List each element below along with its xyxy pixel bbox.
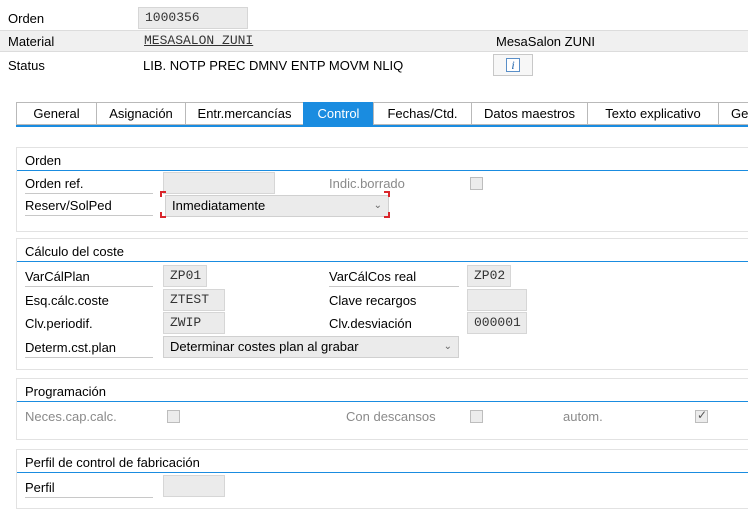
reserv-solped-dropdown[interactable]: Inmediatamente ⌄ xyxy=(165,195,389,217)
tab-entr-mercancias[interactable]: Entr.mercancías xyxy=(185,102,303,125)
group-divider xyxy=(17,261,748,262)
indic-borrado-label: Indic.borrado xyxy=(329,176,405,191)
orden-group: Orden Orden ref. Indic.borrado Reserv/So… xyxy=(16,147,748,232)
required-marker xyxy=(384,212,390,218)
info-icon: i xyxy=(506,58,520,72)
neces-cap-calc-checkbox[interactable] xyxy=(167,410,180,423)
determ-cst-plan-value: Determinar costes plan al grabar xyxy=(170,339,359,354)
clv-periodif-field[interactable]: ZWIP xyxy=(163,312,225,334)
orden-group-title: Orden xyxy=(25,153,62,168)
con-descansos-checkbox[interactable] xyxy=(470,410,483,423)
material-description: MesaSalon ZUNI xyxy=(496,34,595,49)
clv-desviacion-label: Clv.desviación xyxy=(329,316,412,331)
required-marker xyxy=(160,191,166,197)
status-value: LIB. NOTP PREC DMNV ENTP MOVM NLIQ xyxy=(143,58,404,73)
order-number-field[interactable]: 1000356 xyxy=(138,7,248,29)
tab-datos-maestros[interactable]: Datos maestros xyxy=(471,102,587,125)
varcalplan-label: VarCálPlan xyxy=(25,268,153,287)
chevron-down-icon: ⌄ xyxy=(373,200,382,211)
varcalcos-real-field[interactable]: ZP02 xyxy=(467,265,511,287)
perfil-control-group: Perfil de control de fabricación Perfil xyxy=(16,449,748,509)
tab-control[interactable]: Control xyxy=(303,102,373,125)
reserv-solped-label: Reserv/SolPed xyxy=(25,197,153,216)
group-divider xyxy=(17,401,748,402)
orden-ref-field[interactable] xyxy=(163,172,275,194)
reserv-solped-value: Inmediatamente xyxy=(172,198,266,213)
tab-strip: General Asignación Entr.mercancías Contr… xyxy=(16,102,748,127)
group-divider xyxy=(17,472,748,473)
calculo-coste-group: Cálculo del coste VarCálPlan ZP01 VarCál… xyxy=(16,238,748,370)
indic-borrado-checkbox[interactable] xyxy=(470,177,483,190)
varcalcos-real-label: VarCálCos real xyxy=(329,268,459,287)
required-marker xyxy=(384,191,390,197)
order-label: Orden xyxy=(8,11,45,26)
autom-checkbox[interactable] xyxy=(695,408,708,423)
clave-recargos-field[interactable] xyxy=(467,289,527,311)
tab-underline xyxy=(16,125,748,127)
neces-cap-calc-label: Neces.cap.calc. xyxy=(25,409,117,424)
clv-desviacion-field[interactable]: 000001 xyxy=(467,312,527,334)
clave-recargos-label: Clave recargos xyxy=(329,293,417,308)
tab-fechas-ctd[interactable]: Fechas/Ctd. xyxy=(373,102,471,125)
autom-label: autom. xyxy=(563,409,603,424)
determ-cst-plan-dropdown[interactable]: Determinar costes plan al grabar ⌄ xyxy=(163,336,459,358)
calculo-group-title: Cálculo del coste xyxy=(25,244,124,259)
esq-calc-coste-field[interactable]: ZTEST xyxy=(163,289,225,311)
perfil-group-title: Perfil de control de fabricación xyxy=(25,455,200,470)
clv-periodif-label: Clv.periodif. xyxy=(25,316,93,331)
material-number-field[interactable]: MESASALON ZUNI xyxy=(138,31,488,53)
status-info-button[interactable]: i xyxy=(493,54,533,76)
chevron-down-icon: ⌄ xyxy=(443,341,452,352)
con-descansos-label: Con descansos xyxy=(346,409,436,424)
tab-texto-explicativo[interactable]: Texto explicativo xyxy=(587,102,718,125)
programacion-group-title: Programación xyxy=(25,384,106,399)
perfil-label: Perfil xyxy=(25,479,153,498)
tab-asignacion[interactable]: Asignación xyxy=(96,102,185,125)
tab-more[interactable]: Ge xyxy=(718,102,748,125)
material-label: Material xyxy=(8,34,55,49)
varcalplan-field[interactable]: ZP01 xyxy=(163,265,207,287)
esq-calc-coste-label: Esq.cálc.coste xyxy=(25,293,109,308)
determ-cst-plan-label: Determ.cst.plan xyxy=(25,339,153,358)
perfil-field[interactable] xyxy=(163,475,225,497)
status-label: Status xyxy=(8,58,45,73)
tab-general[interactable]: General xyxy=(16,102,96,125)
group-divider xyxy=(17,170,748,171)
required-marker xyxy=(160,212,166,218)
programacion-group: Programación Neces.cap.calc. Con descans… xyxy=(16,378,748,440)
orden-ref-label: Orden ref. xyxy=(25,175,153,194)
